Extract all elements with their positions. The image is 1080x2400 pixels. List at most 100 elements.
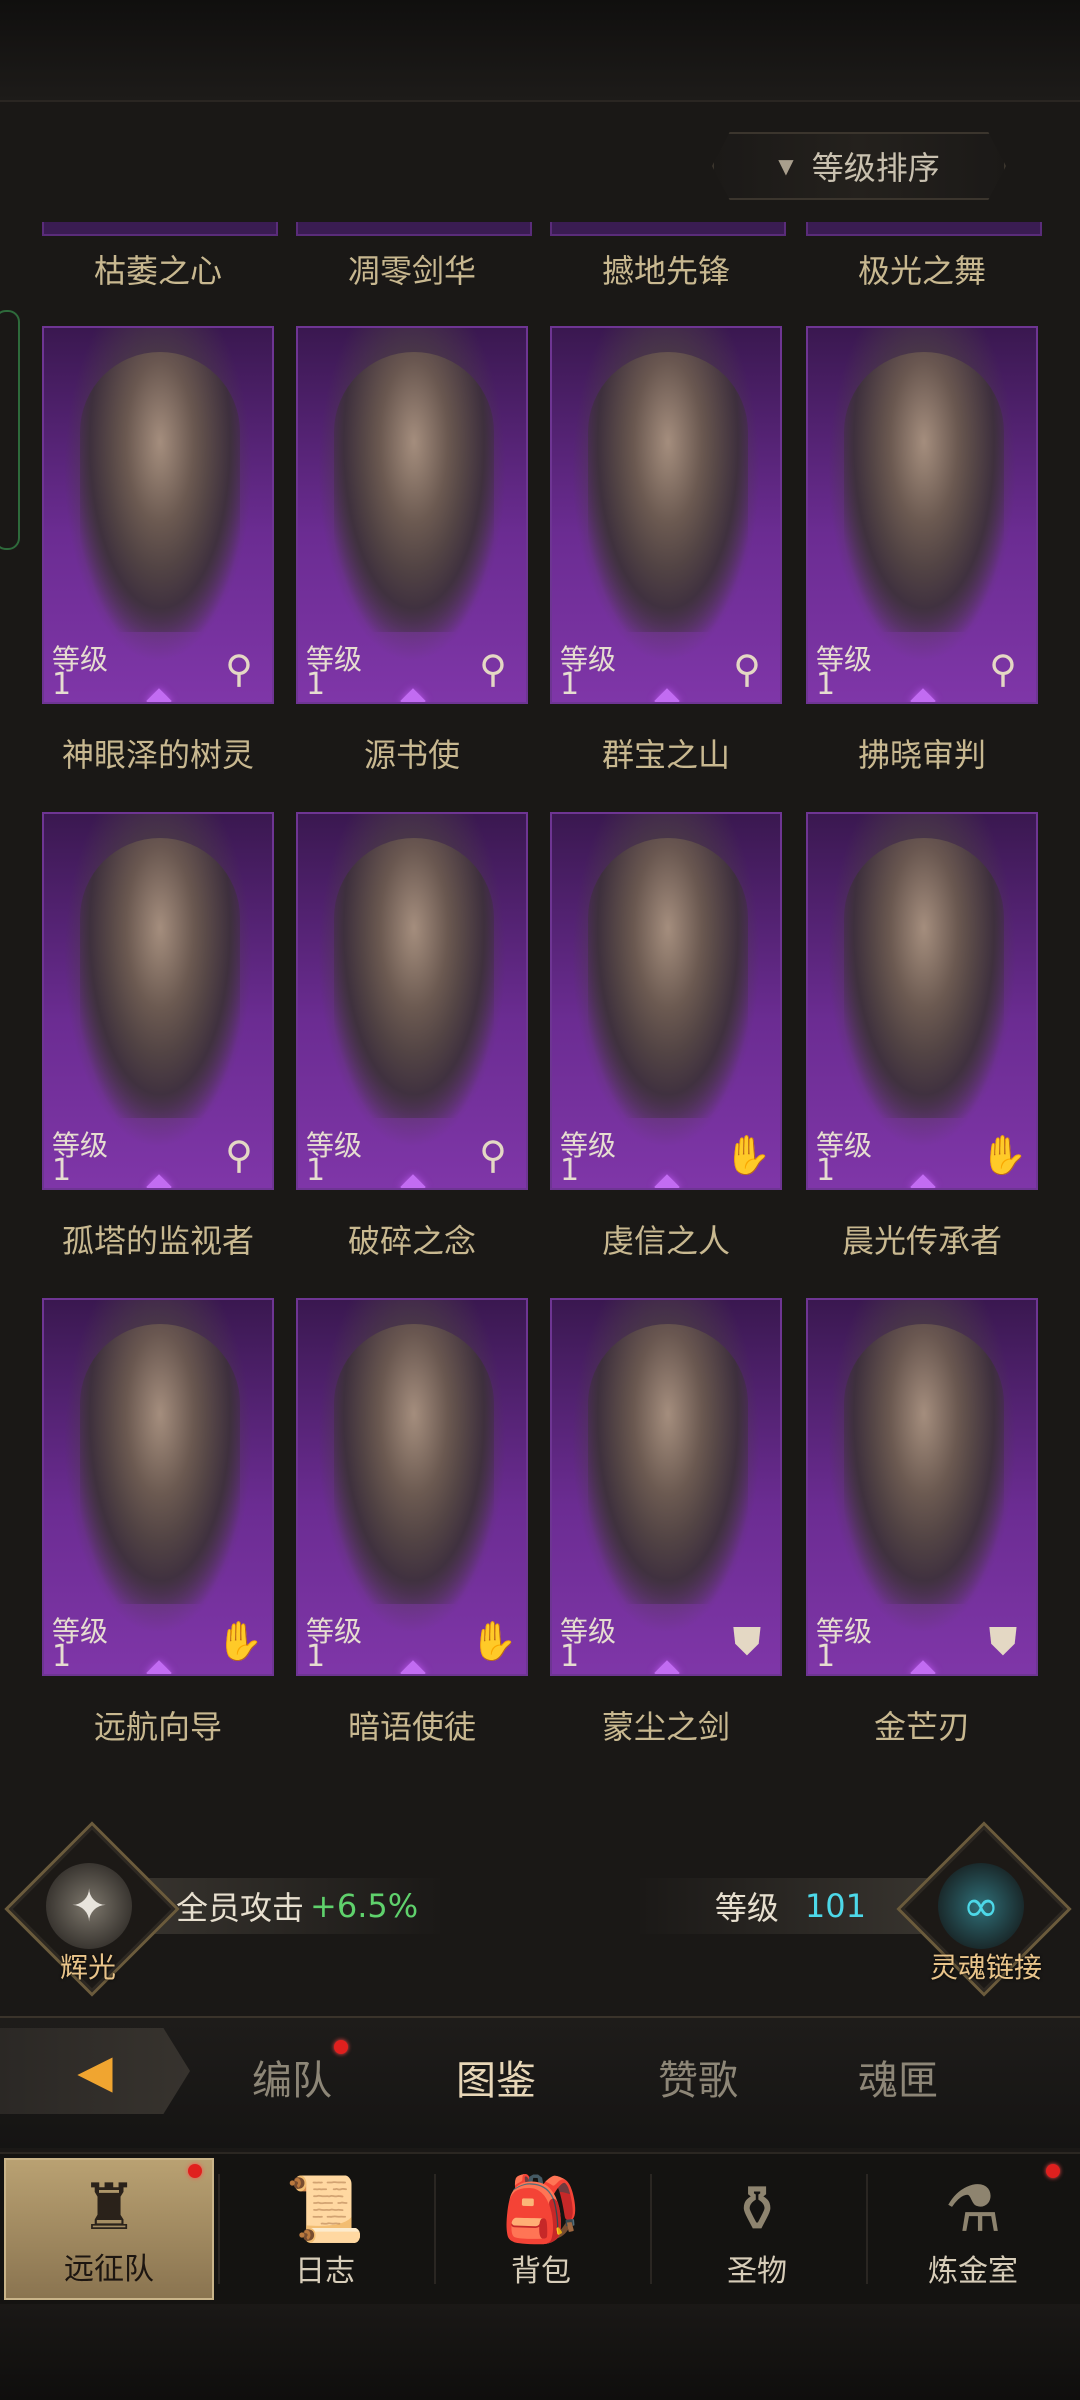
card-stub[interactable] (806, 222, 1042, 236)
level-value: 1 (52, 667, 72, 702)
hero-card[interactable]: 等级 1 ⚲ (296, 812, 528, 1190)
radiance-label: 辉光 (60, 1951, 117, 1984)
hero-card[interactable]: 等级 1 ⚲ (42, 812, 274, 1190)
hero-portrait (844, 352, 1004, 632)
card-name: 凋零剑华 (347, 252, 476, 290)
card-stub[interactable] (550, 222, 786, 236)
hero-name: 拂晓审判 (857, 736, 986, 774)
hero-name: 虔信之人 (601, 1222, 730, 1260)
scroll-icon: 📜 (285, 2173, 365, 2247)
soul-link-level: 等级 101 (640, 1878, 940, 1934)
back-button[interactable]: ◀ (0, 2028, 190, 2114)
hero-portrait (844, 838, 1004, 1118)
hero-name: 孤塔的监视者 (61, 1222, 254, 1260)
gem-icon (400, 1174, 426, 1188)
hero-card[interactable]: 等级 1 ⚲ (296, 326, 528, 704)
hero-name: 暗语使徒 (347, 1708, 476, 1746)
hero-card[interactable]: 等级 1 ⛊ (550, 1298, 782, 1676)
hero-portrait (588, 838, 748, 1118)
magic-key-icon: ⚲ (989, 647, 1017, 691)
level-value: 1 (560, 667, 580, 702)
hero-name: 破碎之念 (347, 1222, 476, 1260)
magic-key-icon: ⚲ (479, 647, 507, 691)
card-name: 极光之舞 (857, 252, 986, 290)
magic-key-icon: ⚲ (225, 1133, 253, 1177)
nav-label: 远征队 (64, 2252, 154, 2287)
level-value: 1 (306, 667, 326, 702)
hero-card[interactable]: 等级 1 ✋ (296, 1298, 528, 1676)
sort-by-level-button[interactable]: ▼ 等级排序 (712, 132, 1006, 200)
dropdown-triangle-icon: ▼ (778, 154, 794, 178)
hand-icon: ✋ (216, 1619, 264, 1663)
shield-icon: ⛊ (732, 1619, 762, 1663)
card-stub[interactable] (42, 222, 278, 236)
gem-icon (910, 1660, 936, 1674)
tab-soul-box[interactable]: 魂匣 (818, 2048, 978, 2106)
hero-card[interactable]: 等级 1 ⚲ (806, 326, 1038, 704)
gem-icon (146, 688, 172, 702)
magic-key-icon: ⚲ (225, 647, 253, 691)
nav-alchemy[interactable]: ⚗ 炼金室 (868, 2158, 1078, 2300)
tab-hymns[interactable]: 赞歌 (618, 2048, 778, 2106)
nav-journal[interactable]: 📜 日志 (220, 2158, 430, 2300)
sort-button-label: 等级排序 (811, 149, 940, 187)
gem-icon (654, 1174, 680, 1188)
hero-portrait (334, 1324, 494, 1604)
relic-icon: ⚱ (730, 2173, 784, 2247)
card-name: 撼地先锋 (601, 252, 730, 290)
soul-link-label: 灵魂链接 (930, 1951, 1043, 1984)
level-value: 1 (560, 1639, 580, 1674)
hero-card[interactable]: 等级 1 ⚲ (550, 326, 782, 704)
hero-portrait (334, 352, 494, 632)
hero-portrait (80, 1324, 240, 1604)
notification-badge (1046, 2164, 1060, 2178)
hand-icon: ✋ (980, 1133, 1028, 1177)
nav-backpack[interactable]: 🎒 背包 (436, 2158, 646, 2300)
soul-link-level-value: 101 (804, 1887, 866, 1925)
hero-card[interactable]: 等级 1 ✋ (550, 812, 782, 1190)
hand-icon: ✋ (724, 1133, 772, 1177)
attack-bonus-value: +6.5% (310, 1887, 419, 1925)
gem-icon (910, 1174, 936, 1188)
gem-icon (910, 688, 936, 702)
card-name: 枯萎之心 (93, 252, 222, 290)
hand-icon: ✋ (470, 1619, 518, 1663)
gem-icon (654, 688, 680, 702)
top-header-bar (0, 0, 1080, 102)
nav-expedition[interactable]: ♜ 远征队 (4, 2158, 214, 2300)
left-edge-handle[interactable] (0, 310, 20, 550)
hero-name: 神眼泽的树灵 (61, 736, 254, 774)
hero-portrait (588, 1324, 748, 1604)
nav-relics[interactable]: ⚱ 圣物 (652, 2158, 862, 2300)
compass-icon[interactable]: ✦ (46, 1863, 132, 1949)
alchemy-icon: ⚗ (944, 2173, 1002, 2247)
footer-frame (0, 2304, 1080, 2400)
gem-icon (146, 1660, 172, 1674)
backpack-icon: 🎒 (501, 2173, 581, 2247)
hero-card[interactable]: 等级 1 ✋ (42, 1298, 274, 1676)
tab-formation[interactable]: 编队 (212, 2048, 372, 2106)
tab-codex[interactable]: 图鉴 (416, 2048, 576, 2106)
nav-label: 背包 (511, 2254, 571, 2289)
hero-portrait (334, 838, 494, 1118)
shield-icon: ⛊ (988, 1619, 1018, 1663)
attack-bonus-label: 全员攻击 (176, 1889, 305, 1927)
bonus-bar: 全员攻击 +6.5% ✦ 辉光 等级 101 ∞ 灵魂链接 (0, 1821, 1080, 1997)
arrow-left-icon: ◀ (77, 2044, 113, 2098)
card-stub[interactable] (296, 222, 532, 236)
nav-label: 炼金室 (928, 2254, 1018, 2289)
hero-card[interactable]: 等级 1 ⚲ (42, 326, 274, 704)
level-value: 1 (306, 1153, 326, 1188)
notification-badge (334, 2040, 348, 2054)
sub-tab-bar: ◀ 编队 图鉴 赞歌 魂匣 (0, 2016, 1080, 2148)
link-icon[interactable]: ∞ (938, 1863, 1024, 1949)
bottom-navigation: ♜ 远征队 📜 日志 🎒 背包 ⚱ 圣物 ⚗ 炼金室 (0, 2152, 1080, 2304)
partial-card-row: 枯萎之心 凋零剑华 撼地先锋 极光之舞 (0, 222, 1080, 292)
hero-name: 晨光传承者 (841, 1222, 1002, 1260)
hero-name: 蒙尘之剑 (601, 1708, 730, 1746)
hero-portrait (80, 352, 240, 632)
hero-card[interactable]: 等级 1 ⛊ (806, 1298, 1038, 1676)
hero-card[interactable]: 等级 1 ✋ (806, 812, 1038, 1190)
hero-name: 群宝之山 (601, 736, 730, 774)
nav-label: 日志 (295, 2254, 355, 2289)
